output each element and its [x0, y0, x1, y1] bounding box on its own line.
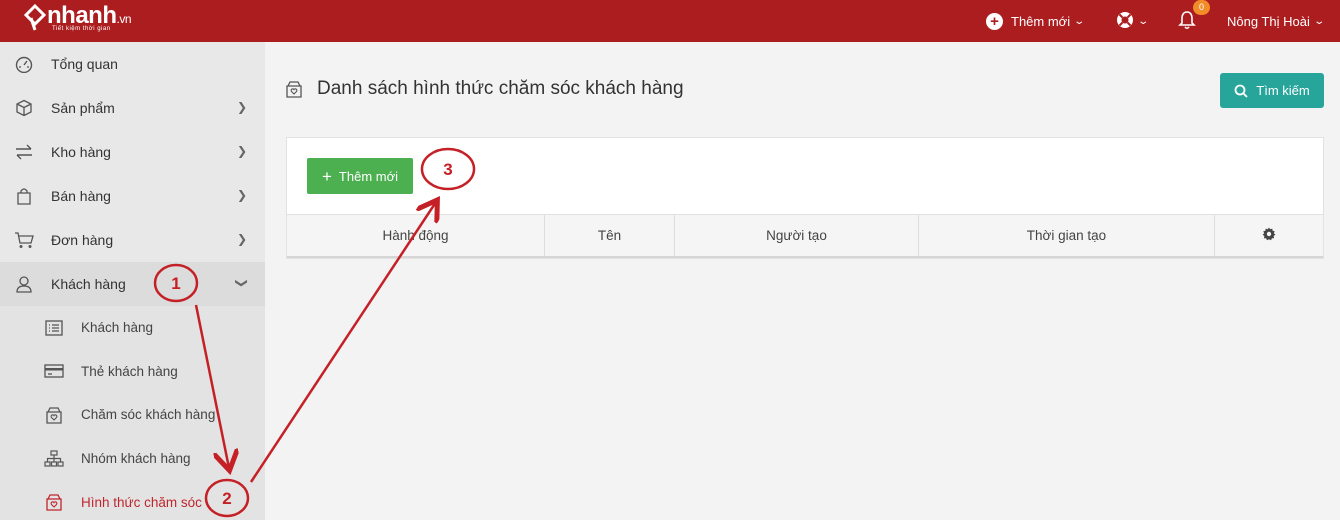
help-menu[interactable]: ⌄	[1116, 0, 1150, 42]
nhanh-logo[interactable]: nhanh.vn Tiết kiệm thời gian	[23, 2, 132, 34]
column-settings-button[interactable]	[1215, 215, 1323, 256]
sidebar-item-label: Tổng quan	[51, 56, 118, 72]
plus-icon: +	[321, 166, 332, 186]
top-bar: nhanh.vn Tiết kiệm thời gian + Thêm mới …	[0, 0, 1340, 42]
chevron-down-icon: ⌄	[1137, 15, 1150, 27]
sidebar-item-label: Sản phẩm	[51, 100, 115, 116]
cart-icon	[14, 230, 34, 250]
logo-mark-icon	[23, 3, 47, 31]
bell-icon	[1178, 10, 1196, 33]
sitemap-icon	[44, 449, 64, 469]
list-icon	[44, 318, 64, 338]
dashboard-icon	[14, 54, 34, 74]
table-header: Hành động Tên Người tạo Thời gian tạo	[287, 214, 1323, 258]
chevron-right-icon: ❯	[236, 144, 247, 158]
gear-icon	[1262, 227, 1276, 244]
submenu-item-label: Thẻ khách hàng	[81, 363, 178, 379]
search-button-label: Tìm kiếm	[1256, 83, 1310, 98]
column-header-actions[interactable]: Hành động	[287, 215, 545, 256]
logo-suffix: .vn	[116, 12, 132, 26]
column-header-name[interactable]: Tên	[545, 215, 675, 256]
sidebar-item-products[interactable]: Sản phẩm ❯	[0, 86, 265, 130]
top-add-new-label: Thêm mới	[1011, 13, 1071, 29]
sidebar-item-overview[interactable]: Tổng quan	[0, 42, 265, 86]
top-add-new-menu[interactable]: + Thêm mới ⌄	[986, 0, 1086, 42]
user-name: Nông Thị Hoài	[1227, 13, 1310, 29]
sidebar-item-label: Khách hàng	[51, 276, 126, 292]
user-icon	[14, 274, 34, 294]
submenu-item-label: Khách hàng	[81, 320, 154, 336]
submenu-item-customers[interactable]: Khách hàng	[0, 306, 265, 350]
submenu-item-customer-groups[interactable]: Nhóm khách hàng	[0, 437, 265, 481]
list-panel: + Thêm mới Hành động Tên Người tạo Thời …	[286, 137, 1324, 259]
add-new-button[interactable]: + Thêm mới	[307, 158, 413, 194]
customers-submenu: Khách hàng Thẻ khách hàng Chăm sóc khách…	[0, 306, 265, 520]
logo-text: nhanh	[47, 2, 117, 29]
search-icon	[1234, 84, 1248, 98]
care-box-icon	[285, 80, 303, 98]
chevron-right-icon: ❯	[236, 188, 247, 202]
sidebar: Tổng quan Sản phẩm ❯ Kho hàng ❯ Bán hàng…	[0, 42, 265, 520]
transfer-icon	[14, 142, 34, 162]
search-button[interactable]: Tìm kiếm	[1220, 73, 1324, 108]
chevron-down-icon: ❯	[234, 277, 249, 289]
page-title-text: Danh sách hình thức chăm sóc khách hàng	[317, 78, 684, 99]
user-menu[interactable]: Nông Thị Hoài ⌄	[1227, 0, 1325, 42]
sidebar-item-label: Bán hàng	[51, 188, 111, 204]
plus-circle-icon: +	[986, 12, 1003, 30]
chevron-right-icon: ❯	[236, 100, 247, 114]
submenu-item-label: Hình thức chăm sóc	[81, 494, 202, 510]
submenu-item-label: Nhóm khách hàng	[81, 451, 191, 467]
notification-badge: 0	[1193, 0, 1210, 15]
shopping-bag-icon	[14, 186, 34, 206]
chevron-right-icon: ❯	[236, 232, 247, 246]
sidebar-item-orders[interactable]: Đơn hàng ❯	[0, 218, 265, 262]
lifebuoy-icon	[1116, 11, 1134, 32]
sidebar-item-warehouse[interactable]: Kho hàng ❯	[0, 130, 265, 174]
column-header-creator[interactable]: Người tạo	[675, 215, 919, 256]
page-title: Danh sách hình thức chăm sóc khách hàng	[285, 78, 684, 100]
sidebar-item-customers[interactable]: Khách hàng ❯	[0, 262, 265, 306]
sidebar-item-label: Kho hàng	[51, 144, 111, 160]
chevron-down-icon: ⌄	[1313, 15, 1325, 27]
care-box-icon	[44, 405, 64, 425]
submenu-item-customer-cards[interactable]: Thẻ khách hàng	[0, 350, 265, 394]
care-box-icon	[44, 492, 64, 512]
logo-tagline: Tiết kiệm thời gian	[52, 26, 111, 32]
sidebar-item-sales[interactable]: Bán hàng ❯	[0, 174, 265, 218]
add-new-label: Thêm mới	[338, 168, 399, 184]
chevron-down-icon: ⌄	[1073, 15, 1086, 27]
box-icon	[14, 98, 34, 118]
submenu-item-label: Chăm sóc khách hàng	[81, 407, 216, 423]
submenu-item-customer-care[interactable]: Chăm sóc khách hàng	[0, 393, 265, 437]
submenu-item-care-methods[interactable]: Hình thức chăm sóc	[0, 480, 265, 520]
notifications-button[interactable]: 0	[1178, 0, 1210, 42]
sidebar-item-label: Đơn hàng	[51, 232, 114, 248]
card-icon	[44, 361, 64, 381]
column-header-created-time[interactable]: Thời gian tạo	[919, 215, 1215, 256]
